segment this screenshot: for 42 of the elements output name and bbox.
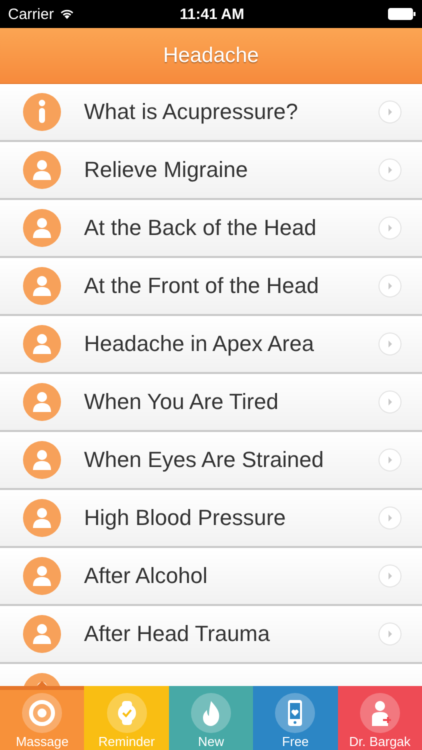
watch-icon xyxy=(106,693,147,733)
row-label: When Eyes Are Strained xyxy=(84,447,325,473)
disclosure-icon xyxy=(378,216,402,240)
wifi-icon xyxy=(58,8,75,20)
info-icon xyxy=(22,92,62,132)
disclosure-icon xyxy=(378,390,402,414)
row-label: When You Are Tired xyxy=(84,389,280,415)
disclosure-icon xyxy=(378,448,402,472)
person-icon xyxy=(22,382,62,422)
row-label: High Blood Pressure xyxy=(84,505,287,531)
person-icon xyxy=(22,324,62,364)
tab[interactable]: Free xyxy=(253,686,338,750)
row-label: Headache in Apex Area xyxy=(84,331,315,357)
clock-time: 11:41 AM xyxy=(180,6,244,22)
doctor-icon xyxy=(360,693,400,733)
disclosure-icon xyxy=(378,506,402,530)
row-label: At the Front of the Head xyxy=(84,273,320,299)
row-label: Relieve Migraine xyxy=(84,157,249,183)
row-label: After Head Trauma xyxy=(84,621,271,647)
disclosure-icon xyxy=(378,564,402,588)
row-label: At the Back of the Head xyxy=(84,215,318,241)
battery-icon xyxy=(388,8,416,20)
person-icon xyxy=(22,614,62,654)
person-icon xyxy=(22,440,62,480)
disclosure-icon xyxy=(378,274,402,298)
tab[interactable]: Dr. Bargak xyxy=(338,686,422,750)
target-icon xyxy=(22,693,62,733)
disclosure-icon xyxy=(378,100,402,124)
row-label: What is Acupressure? xyxy=(84,99,299,125)
disclosure-icon xyxy=(378,622,402,646)
flame-icon xyxy=(191,693,232,733)
carrier-name: Carrier xyxy=(8,6,54,22)
person-icon xyxy=(22,208,62,248)
person-icon xyxy=(22,266,62,306)
person-icon xyxy=(22,498,62,538)
phone-icon xyxy=(275,693,316,733)
person-icon xyxy=(22,556,62,596)
person-icon xyxy=(22,150,62,190)
disclosure-icon xyxy=(378,158,402,182)
row-label: After Alcohol xyxy=(84,563,209,589)
disclosure-icon xyxy=(378,332,402,356)
screen-title: Headache xyxy=(163,44,259,68)
